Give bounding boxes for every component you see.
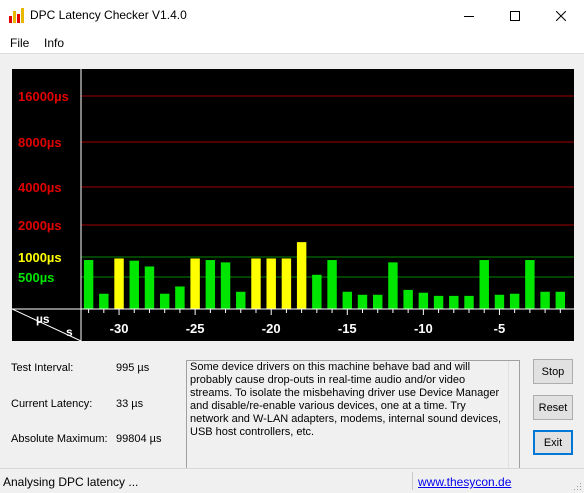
- menu-file[interactable]: File: [10, 36, 29, 50]
- resize-grip-icon[interactable]: [572, 481, 582, 491]
- latency-bar: [129, 260, 139, 309]
- y-axis-unit: µs: [36, 312, 50, 326]
- latency-bar: [525, 260, 535, 309]
- latency-bar: [464, 295, 474, 309]
- exit-button[interactable]: Exit: [533, 430, 573, 455]
- reset-button[interactable]: Reset: [533, 395, 573, 420]
- x-tick-label: -15: [338, 321, 357, 336]
- test-interval-value: 995 µs: [116, 362, 150, 374]
- latency-bar: [555, 291, 566, 309]
- minimize-icon: [464, 15, 474, 17]
- status-text: Analysing DPC latency ...: [3, 475, 139, 489]
- close-button[interactable]: [538, 0, 584, 31]
- latency-bar: [449, 295, 459, 309]
- x-tick-label: -30: [110, 321, 129, 336]
- latency-bar: [251, 258, 261, 309]
- latency-graph: 16000µs 8000µs 4000µs 2000µs 1000µs 500µs µs s -…: [11, 69, 574, 342]
- latency-bar: [266, 258, 276, 309]
- latency-chart: 16000µs 8000µs 4000µs 2000µs 1000µs 500µs µs s -…: [11, 69, 574, 342]
- info-text: Some device drivers on this machine beha…: [190, 361, 502, 438]
- status-bar: Analysing DPC latency ... www.thesycon.d…: [0, 468, 584, 493]
- info-textbox[interactable]: Some device drivers on this machine beha…: [186, 360, 520, 480]
- latency-bar: [159, 293, 170, 309]
- latency-bar: [327, 260, 337, 309]
- latency-bar: [114, 258, 124, 309]
- menu-bar: File Info: [0, 31, 584, 54]
- latency-bar: [494, 294, 505, 309]
- x-axis-unit: s: [66, 325, 73, 339]
- app-icon: [9, 8, 24, 23]
- latency-bar: [99, 293, 109, 309]
- latency-bar: [281, 258, 292, 309]
- window-title: DPC Latency Checker V1.4.0: [30, 8, 187, 22]
- absolute-maximum-value: 99804 µs: [116, 433, 162, 445]
- latency-bar: [509, 293, 520, 309]
- current-latency-value: 33 µs: [116, 398, 144, 410]
- maximize-button[interactable]: [492, 0, 538, 31]
- latency-bar: [236, 291, 246, 309]
- info-scrollbar[interactable]: [508, 361, 519, 479]
- latency-bar: [388, 262, 398, 309]
- latency-bar: [357, 294, 368, 309]
- latency-bar: [479, 260, 489, 309]
- absolute-maximum-label: Absolute Maximum:: [11, 433, 108, 445]
- latency-bar: [312, 274, 322, 309]
- latency-bar: [540, 291, 550, 309]
- x-tick-label: -20: [262, 321, 281, 336]
- title-bar[interactable]: DPC Latency Checker V1.4.0: [0, 0, 584, 31]
- y-tick-label: 16000µs: [18, 89, 69, 104]
- latency-bar: [342, 291, 352, 309]
- y-tick-label: 2000µs: [18, 218, 62, 233]
- y-tick-label: 8000µs: [18, 135, 62, 150]
- stop-button[interactable]: Stop: [533, 359, 573, 384]
- current-latency-label: Current Latency:: [11, 398, 93, 410]
- latency-bar: [220, 262, 231, 309]
- maximize-icon: [510, 10, 520, 21]
- minimize-button[interactable]: [446, 0, 492, 31]
- y-tick-label: 1000µs: [18, 250, 62, 265]
- latency-bar: [433, 295, 444, 309]
- latency-bar: [205, 260, 216, 309]
- y-tick-label: 500µs: [18, 270, 54, 285]
- status-divider: [412, 472, 413, 490]
- x-tick-label: -10: [414, 321, 433, 336]
- menu-info[interactable]: Info: [44, 36, 64, 50]
- y-tick-label: 4000µs: [18, 180, 62, 195]
- thesycon-link[interactable]: www.thesycon.de: [418, 475, 511, 489]
- x-tick-label: -5: [494, 321, 506, 336]
- close-icon: [556, 10, 566, 21]
- latency-bar: [83, 260, 94, 309]
- x-tick-label: -25: [186, 321, 205, 336]
- latency-bar: [372, 294, 383, 309]
- latency-bar: [403, 289, 413, 309]
- latency-bar: [418, 292, 429, 309]
- latency-bar: [190, 258, 200, 309]
- latency-bar: [175, 286, 185, 309]
- latency-bar: [296, 242, 307, 309]
- test-interval-label: Test Interval:: [11, 362, 74, 374]
- latency-bar: [144, 266, 155, 309]
